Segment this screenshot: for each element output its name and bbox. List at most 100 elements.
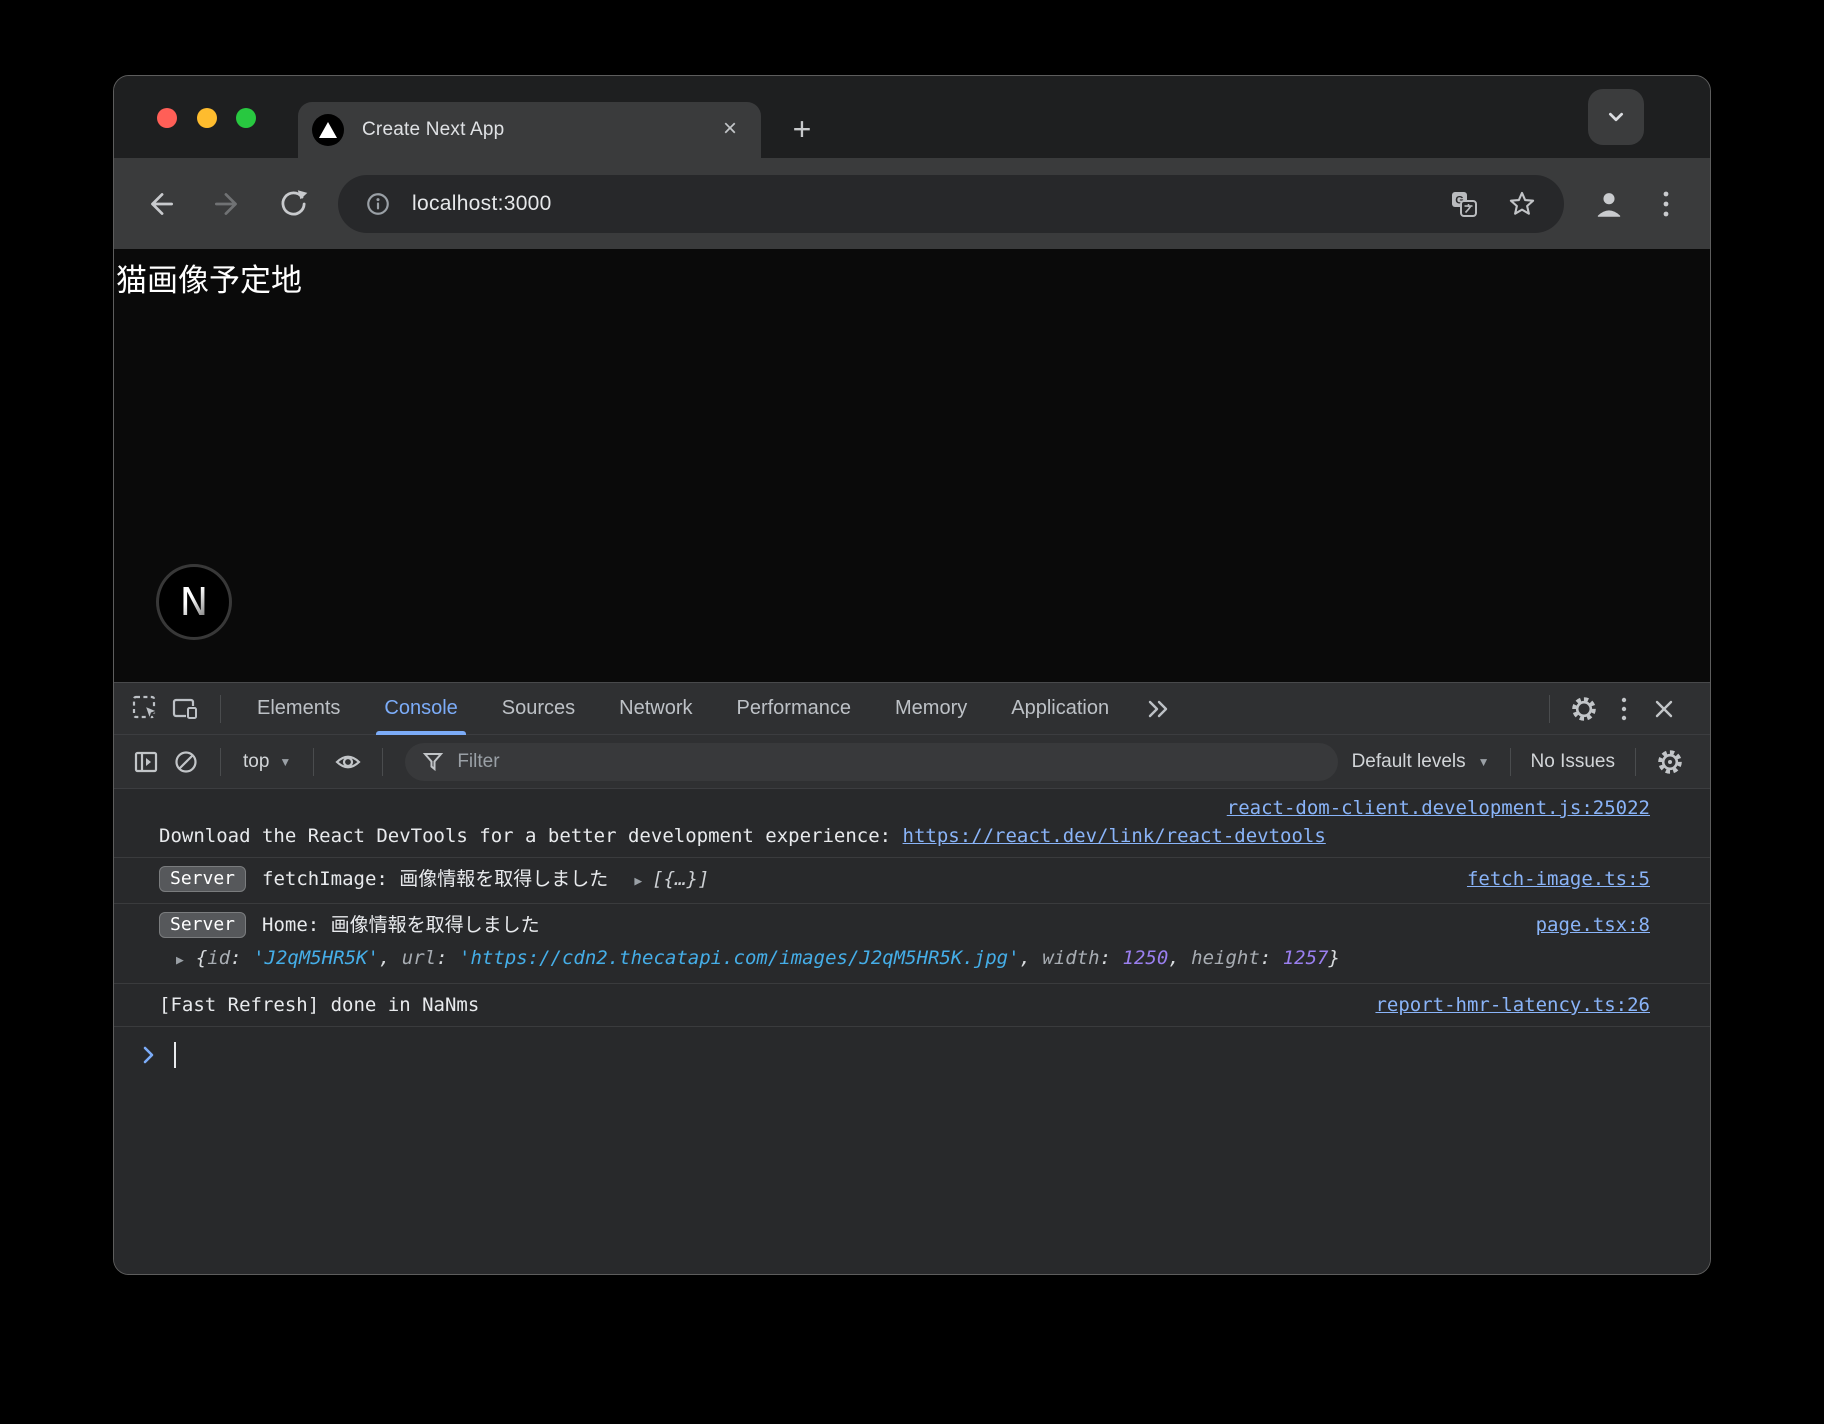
devtools-close-button[interactable]	[1644, 690, 1684, 728]
console-row-home: Server Home: 画像情報を取得しました page.tsx:8 ▶ {id:…	[114, 904, 1710, 984]
source-link[interactable]: react-dom-client.development.js:25022	[1227, 797, 1650, 819]
filter-input[interactable]	[457, 751, 1321, 773]
message-text: [Fast Refresh] done in NaNms	[159, 994, 479, 1016]
console-filter[interactable]	[405, 743, 1337, 781]
text-cursor	[174, 1042, 176, 1068]
active-tab-underline	[376, 731, 465, 735]
tab-search-button[interactable]	[1588, 89, 1644, 145]
object-preview[interactable]: {id: 'J2qM5HR5K', url: 'https://cdn2.the…	[196, 947, 1340, 969]
log-levels-selector[interactable]: Default levels ▼	[1346, 751, 1496, 773]
message-text: Home: 画像情報を取得しました	[262, 914, 540, 936]
back-button[interactable]	[138, 181, 184, 227]
kebab-menu-icon	[1620, 695, 1628, 723]
separator	[1549, 695, 1550, 723]
reload-button[interactable]	[270, 181, 316, 227]
separator	[313, 748, 314, 776]
back-arrow-icon	[144, 187, 178, 221]
tab-sources[interactable]: Sources	[480, 683, 597, 735]
device-toolbar-icon	[171, 694, 201, 724]
filter-funnel-icon	[421, 750, 445, 774]
translate-button[interactable]: G	[1442, 182, 1486, 226]
tab-title: Create Next App	[362, 119, 713, 141]
expand-triangle-icon[interactable]: ▶	[176, 953, 184, 968]
page-heading: 猫画像予定地	[116, 255, 302, 300]
tab-console[interactable]: Console	[362, 683, 479, 735]
translate-icon: G	[1450, 190, 1478, 218]
devtools-panel: Elements Console Sources Network Perform…	[114, 682, 1710, 1274]
double-chevron-icon	[1145, 697, 1171, 721]
object-array-preview[interactable]: [{…}]	[652, 868, 709, 890]
separator	[220, 695, 221, 723]
prompt-chevron-icon	[142, 1045, 156, 1065]
eye-icon	[333, 747, 363, 777]
server-badge: Server	[159, 866, 246, 892]
console-messages: react-dom-client.development.js:25022 Do…	[114, 789, 1710, 1274]
nextjs-logo-icon: N	[156, 564, 232, 640]
separator	[220, 748, 221, 776]
live-expression-button[interactable]	[328, 743, 368, 781]
separator	[382, 748, 383, 776]
console-row-fast-refresh: [Fast Refresh] done in NaNms report-hmr-…	[114, 984, 1710, 1027]
expand-triangle-icon[interactable]: ▶	[634, 874, 642, 889]
issues-counter[interactable]: No Issues	[1525, 751, 1621, 773]
context-selector[interactable]: top ▼	[235, 751, 299, 773]
circle-slash-icon	[172, 748, 200, 776]
chevron-down-icon: ▼	[279, 755, 291, 769]
console-settings-button[interactable]	[1650, 743, 1690, 781]
browser-tab[interactable]: Create Next App ×	[298, 102, 761, 158]
site-info-button[interactable]	[356, 182, 400, 226]
tab-close-icon[interactable]: ×	[713, 113, 747, 147]
avatar-icon	[1592, 187, 1626, 221]
forward-arrow-icon	[210, 187, 244, 221]
url-text[interactable]: localhost:3000	[412, 192, 1428, 216]
info-icon	[365, 191, 391, 217]
tab-strip: Create Next App × +	[114, 76, 1710, 158]
console-row-react-devtools: react-dom-client.development.js:25022 Do…	[114, 789, 1710, 858]
source-link[interactable]: report-hmr-latency.ts:26	[1375, 990, 1650, 1020]
tab-application[interactable]: Application	[989, 683, 1131, 735]
inspect-cursor-icon	[131, 694, 161, 724]
devtools-tabbar: Elements Console Sources Network Perform…	[114, 683, 1710, 735]
bookmark-button[interactable]	[1500, 182, 1544, 226]
tab-elements[interactable]: Elements	[235, 683, 362, 735]
traffic-minimize-icon[interactable]	[197, 108, 217, 128]
message-text: Download the React DevTools for a better…	[159, 825, 903, 847]
device-toolbar-button[interactable]	[166, 690, 206, 728]
chevron-down-icon: ▼	[1478, 755, 1490, 769]
traffic-zoom-icon[interactable]	[236, 108, 256, 128]
source-link[interactable]: page.tsx:8	[1536, 910, 1650, 940]
separator	[1635, 748, 1636, 776]
chevron-down-icon	[1601, 102, 1631, 132]
kebab-menu-icon	[1661, 187, 1671, 221]
vercel-triangle-favicon-icon	[312, 114, 344, 146]
new-tab-icon[interactable]: +	[782, 110, 822, 150]
tab-memory[interactable]: Memory	[873, 683, 989, 735]
more-tabs-button[interactable]	[1131, 697, 1185, 721]
console-toolbar: top ▼ Default levels ▼	[114, 735, 1710, 789]
console-sidebar-toggle-button[interactable]	[126, 743, 166, 781]
forward-button[interactable]	[204, 181, 250, 227]
devtools-menu-button[interactable]	[1604, 690, 1644, 728]
tab-network[interactable]: Network	[597, 683, 714, 735]
devtools-settings-button[interactable]	[1564, 690, 1604, 728]
reload-icon	[276, 187, 310, 221]
browser-menu-button[interactable]	[1646, 181, 1686, 227]
source-link[interactable]: fetch-image.ts:5	[1467, 864, 1650, 894]
inspect-element-button[interactable]	[126, 690, 166, 728]
traffic-close-icon[interactable]	[157, 108, 177, 128]
profile-button[interactable]	[1586, 181, 1632, 227]
console-row-fetchimage: Server fetchImage: 画像情報を取得しました ▶ [{…}] fetc…	[114, 858, 1710, 904]
sidebar-panel-icon	[132, 748, 160, 776]
page-viewport: 猫画像予定地 N	[114, 249, 1710, 682]
gear-icon	[1655, 747, 1685, 777]
message-link[interactable]: https://react.dev/link/react-devtools	[903, 825, 1326, 847]
clear-console-button[interactable]	[166, 743, 206, 781]
context-label: top	[243, 751, 269, 773]
omnibox[interactable]: localhost:3000 G	[338, 175, 1564, 233]
separator	[1510, 748, 1511, 776]
console-prompt[interactable]	[114, 1027, 1710, 1071]
message-text: fetchImage: 画像情報を取得しました	[262, 868, 608, 890]
tab-performance[interactable]: Performance	[715, 683, 874, 735]
star-icon	[1508, 190, 1536, 218]
server-badge: Server	[159, 912, 246, 938]
